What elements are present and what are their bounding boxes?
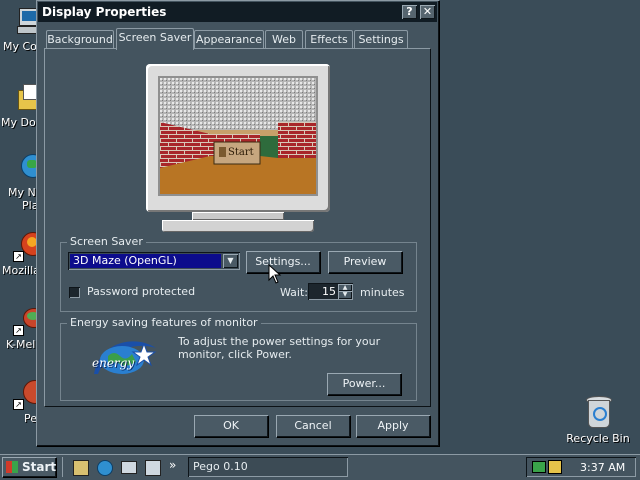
monitor-base [162, 220, 314, 232]
group-title: Energy saving features of monitor [67, 316, 261, 329]
tab-screen-saver[interactable]: Screen Saver [116, 28, 194, 50]
clock[interactable]: 3:37 AM [580, 461, 625, 474]
password-checkbox[interactable] [69, 287, 80, 298]
shortcut-arrow-icon: ↗ [13, 399, 24, 410]
spinner-down-icon[interactable]: ▼ [338, 291, 352, 299]
energy-star-logo: energy [90, 334, 160, 378]
desktop-icon-label: Recycle Bin [566, 432, 630, 445]
tab-appearance[interactable]: Appearance [194, 30, 264, 49]
screensaver-preview-screen: Start [160, 78, 316, 194]
power-button[interactable]: Power... [327, 373, 401, 395]
close-button[interactable]: ✕ [420, 5, 435, 19]
wait-minutes-value: 15 [322, 285, 336, 298]
task-label: Pego 0.10 [193, 460, 248, 473]
tab-effects[interactable]: Effects [305, 30, 353, 49]
tab-background[interactable]: Background [46, 30, 114, 49]
ok-button[interactable]: OK [194, 415, 268, 437]
cancel-button[interactable]: Cancel [276, 415, 350, 437]
window-title: Display Properties [42, 5, 167, 19]
energy-logo-text: energy [92, 356, 135, 370]
recycle-bin-icon [584, 396, 612, 428]
network-tray-icon[interactable] [532, 461, 546, 473]
mail-icon[interactable] [121, 461, 137, 474]
spinner-up-icon[interactable]: ▲ [338, 284, 352, 291]
shortcut-arrow-icon: ↗ [13, 251, 24, 262]
start-label: Start [22, 460, 57, 474]
mouse-cursor [268, 263, 282, 284]
password-label: Password protected [87, 285, 196, 298]
screensaver-preview-button[interactable]: Preview [328, 251, 402, 273]
quick-launch-bar: » [62, 457, 183, 477]
tab-web[interactable]: Web [265, 30, 303, 49]
tab-settings[interactable]: Settings [354, 30, 408, 49]
help-button[interactable]: ? [402, 5, 417, 19]
apply-button[interactable]: Apply [356, 415, 430, 437]
maze-preview-image [160, 78, 316, 194]
monitor-preview: Start [146, 64, 330, 212]
volume-tray-icon[interactable] [548, 460, 562, 474]
energy-description: To adjust the power settings for your mo… [178, 335, 381, 361]
system-tray: 3:37 AM [526, 457, 636, 477]
wait-minutes-spinner[interactable]: 15 ▲ ▼ [308, 283, 353, 300]
desktop-icon-recycle-bin[interactable]: Recycle Bin [566, 396, 630, 445]
wait-units-label: minutes [360, 286, 405, 299]
start-button[interactable]: Start [2, 457, 56, 477]
monitor-stand [192, 212, 284, 220]
screensaver-select-value: 3D Maze (OpenGL) [70, 254, 221, 268]
screensaver-settings-button[interactable]: Settings... [246, 251, 320, 273]
shortcut-arrow-icon: ↗ [13, 325, 24, 336]
overflow-chevron[interactable]: » [169, 458, 176, 472]
browser-icon[interactable] [97, 460, 113, 476]
desktop-icon[interactable] [73, 460, 89, 476]
chevron-down-icon[interactable]: ▼ [223, 254, 238, 268]
display-properties-dialog: Display Properties ? ✕ Background Screen… [36, 0, 439, 446]
search-icon[interactable] [145, 460, 161, 476]
screensaver-select[interactable]: 3D Maze (OpenGL) ▼ [68, 252, 240, 270]
group-title: Screen Saver [67, 235, 146, 248]
title-bar[interactable]: Display Properties ? ✕ [38, 2, 437, 22]
wait-label: Wait: [280, 286, 308, 299]
task-button-pego[interactable]: Pego 0.10 [188, 457, 348, 477]
preview-start-sign: Start [228, 147, 254, 158]
taskbar: Start » Pego 0.10 3:37 AM [0, 454, 640, 480]
windows-logo-icon [6, 461, 18, 473]
